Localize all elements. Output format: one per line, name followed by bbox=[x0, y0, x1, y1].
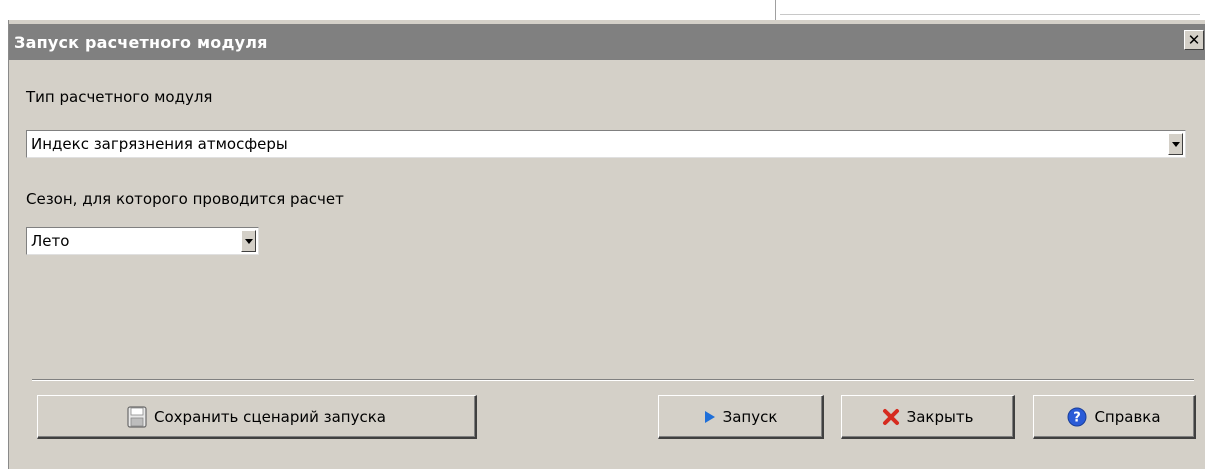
title-bar[interactable]: Запуск расчетного модуля ✕ bbox=[9, 24, 1205, 60]
footer-separator bbox=[32, 379, 1194, 381]
module-type-select[interactable]: Индекс загрязнения атмосферы bbox=[26, 130, 1186, 158]
module-type-label: Тип расчетного модуля bbox=[26, 88, 213, 106]
play-icon bbox=[704, 410, 716, 424]
close-button[interactable]: Закрыть bbox=[841, 395, 1015, 439]
launch-module-dialog: Запуск расчетного модуля ✕ Тип расчетног… bbox=[8, 20, 1205, 469]
background-divider bbox=[775, 0, 776, 20]
run-button[interactable]: Запуск bbox=[658, 395, 824, 439]
floppy-disk-icon bbox=[127, 405, 147, 428]
help-icon: ? bbox=[1067, 407, 1087, 427]
chevron-down-icon[interactable] bbox=[1168, 133, 1183, 155]
season-label: Сезон, для которого проводится расчет bbox=[26, 190, 344, 208]
close-icon: ✕ bbox=[1187, 30, 1201, 49]
season-select[interactable]: Лето bbox=[26, 227, 259, 255]
help-label: Справка bbox=[1094, 407, 1161, 426]
red-x-icon bbox=[882, 408, 900, 426]
svg-text:?: ? bbox=[1074, 410, 1082, 425]
season-value: Лето bbox=[31, 232, 70, 250]
help-button[interactable]: ? Справка bbox=[1033, 395, 1196, 439]
background-line bbox=[780, 14, 1200, 15]
close-label: Закрыть bbox=[906, 407, 974, 426]
window-title: Запуск расчетного модуля bbox=[14, 32, 268, 52]
chevron-down-icon[interactable] bbox=[241, 230, 256, 252]
background-window-strip bbox=[0, 0, 1205, 22]
module-type-value: Индекс загрязнения атмосферы bbox=[31, 135, 288, 153]
save-scenario-label: Сохранить сценарий запуска bbox=[154, 407, 386, 426]
save-scenario-button[interactable]: Сохранить сценарий запуска bbox=[37, 395, 477, 439]
run-label: Запуск bbox=[722, 407, 778, 426]
close-window-button[interactable]: ✕ bbox=[1184, 30, 1204, 50]
